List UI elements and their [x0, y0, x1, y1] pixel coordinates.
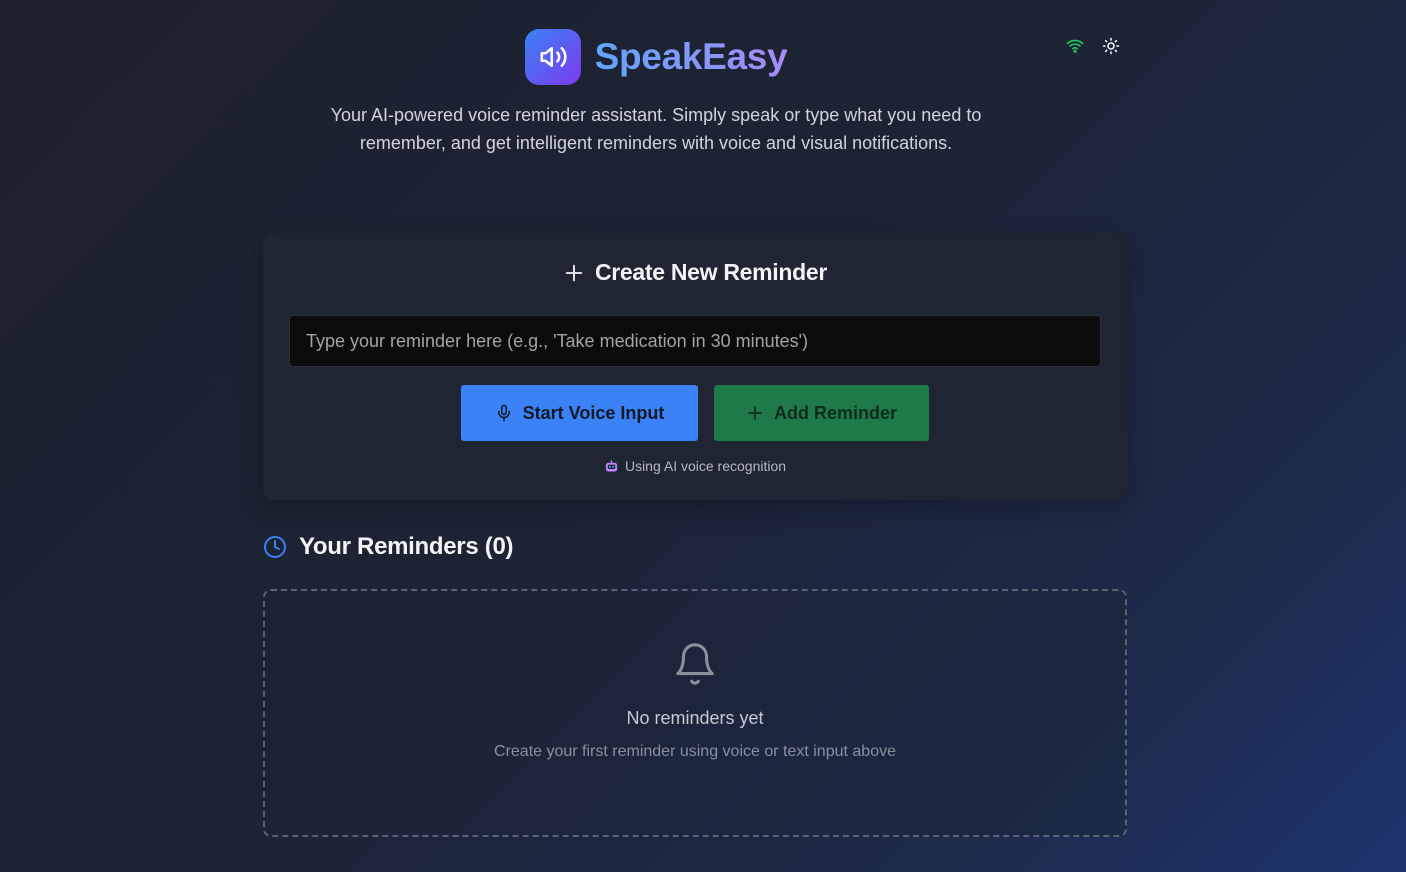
clock-icon — [264, 536, 286, 558]
app-logo — [524, 29, 581, 85]
create-reminder-title: Create New Reminder — [594, 259, 828, 285]
robot-icon — [605, 459, 618, 471]
reminders-title: Your Reminders (0) — [299, 533, 514, 560]
start-voice-input-label: Start Voice Input — [522, 402, 665, 423]
ai-voice-note: Using AI voice recognition — [263, 458, 1127, 474]
plus-icon — [565, 264, 583, 281]
start-voice-input-button[interactable]: Start Voice Input — [461, 385, 698, 441]
app-title: SpeakEasy — [594, 36, 788, 77]
reminder-input[interactable] — [289, 315, 1101, 367]
create-reminder-heading: Create New Reminder — [263, 259, 1127, 286]
add-reminder-label: Add Reminder — [773, 402, 897, 423]
bell-icon — [265, 641, 1125, 687]
plus-icon — [748, 406, 762, 420]
speaker-icon — [540, 47, 567, 67]
empty-title: No reminders yet — [626, 708, 764, 728]
empty-subtitle: Create your first reminder using voice o… — [494, 743, 896, 760]
reminders-heading: Your Reminders (0) — [263, 533, 514, 561]
microphone-icon — [497, 404, 510, 422]
empty-reminders-state: No reminders yet Create your first remin… — [263, 589, 1127, 837]
ai-voice-note-text: Using AI voice recognition — [624, 458, 787, 474]
app-tagline: Your AI-powered voice reminder assistant… — [330, 105, 982, 153]
add-reminder-button[interactable]: Add Reminder — [714, 385, 929, 441]
create-reminder-card: Create New Reminder Start Voice Input Ad… — [263, 233, 1127, 500]
action-buttons: Start Voice Input Add Reminder — [263, 385, 1127, 441]
app-header: SpeakEasy — [0, 29, 1312, 85]
